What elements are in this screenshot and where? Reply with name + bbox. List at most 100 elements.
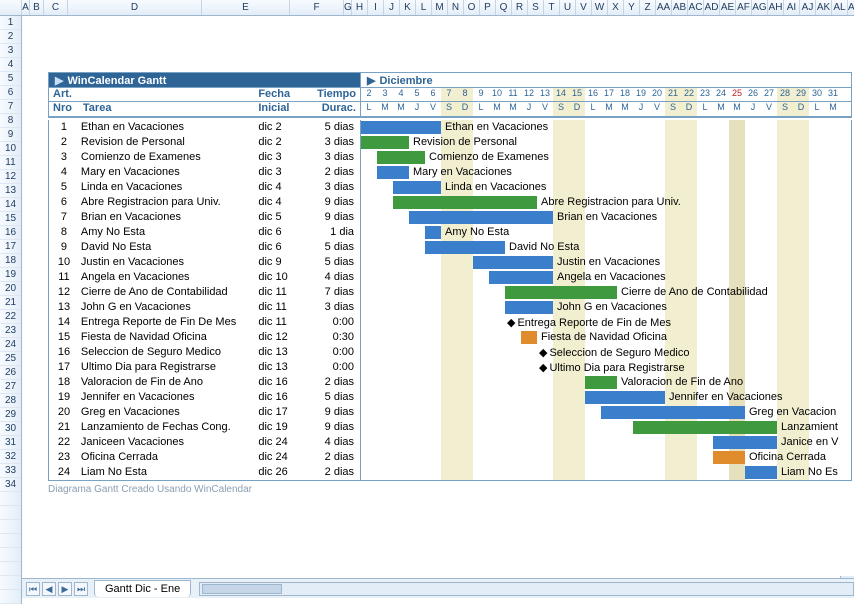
col-header[interactable]: AE [720,0,736,15]
gantt-bar[interactable]: Cierre de Ano de Contabilidad [505,286,617,299]
task-row[interactable]: 6Abre Registracion para Univ.dic 49 dias… [49,195,851,210]
row-header[interactable]: 27 [0,380,21,394]
gantt-bar[interactable]: Fiesta de Navidad Oficina [521,331,537,344]
tab-nav-next[interactable]: ▶ [58,582,72,596]
row-header[interactable]: 30 [0,422,21,436]
col-header[interactable]: AF [736,0,752,15]
row-header[interactable]: 31 [0,436,21,450]
col-header[interactable]: Y [624,0,640,15]
row-header[interactable]: 29 [0,408,21,422]
gantt-bar[interactable]: David No Esta [425,241,505,254]
row-header[interactable]: 28 [0,394,21,408]
col-header[interactable]: D [68,0,202,15]
row-header[interactable]: 26 [0,366,21,380]
task-row[interactable]: 13John G en Vacacionesdic 113 diasJohn G… [49,300,851,315]
row-header[interactable]: 12 [0,170,21,184]
task-row[interactable]: 7Brian en Vacacionesdic 59 diasBrian en … [49,210,851,225]
row-header[interactable]: 3 [0,44,21,58]
row-header[interactable]: 9 [0,128,21,142]
col-header[interactable]: AL [832,0,848,15]
task-row[interactable]: 10Justin en Vacacionesdic 95 diasJustin … [49,255,851,270]
col-header[interactable]: Z [640,0,656,15]
gantt-bar[interactable]: Liam No Es [745,466,777,479]
col-header[interactable]: J [384,0,400,15]
col-header[interactable]: AM [848,0,854,15]
col-header[interactable]: AJ [800,0,816,15]
row-header[interactable]: 25 [0,352,21,366]
task-row[interactable]: 4Mary en Vacacionesdic 32 diasMary en Va… [49,165,851,180]
row-header[interactable]: 18 [0,254,21,268]
row-header[interactable]: 19 [0,268,21,282]
col-header[interactable]: P [480,0,496,15]
row-header[interactable]: 13 [0,184,21,198]
col-header[interactable]: R [512,0,528,15]
col-header[interactable]: G [344,0,352,15]
row-header[interactable]: 32 [0,450,21,464]
hscroll-thumb[interactable] [202,584,282,594]
col-header[interactable]: I [368,0,384,15]
col-header[interactable]: T [544,0,560,15]
col-header[interactable]: U [560,0,576,15]
gantt-bar[interactable]: Greg en Vacacion [601,406,745,419]
gantt-bar[interactable]: Brian en Vacaciones [409,211,553,224]
gantt-bar[interactable]: Angela en Vacaciones [489,271,553,284]
gantt-bar[interactable]: Abre Registracion para Univ. [393,196,537,209]
col-header[interactable]: N [448,0,464,15]
col-header[interactable]: AH [768,0,784,15]
task-row[interactable]: 5Linda en Vacacionesdic 43 diasLinda en … [49,180,851,195]
tab-nav-first[interactable]: ⏮ [26,582,40,596]
row-header[interactable]: 23 [0,324,21,338]
gantt-bar[interactable]: Entrega Reporte de Fin de Mes [505,317,671,328]
gantt-bar[interactable]: Ethan en Vacaciones [361,121,441,134]
col-header[interactable]: S [528,0,544,15]
task-row[interactable]: 17Ultimo Dia para Registrarsedic 130:00U… [49,360,851,375]
gantt-bar[interactable]: Janice en V [713,436,777,449]
row-header[interactable]: 24 [0,338,21,352]
gantt-bar[interactable]: Lanzamient [633,421,777,434]
col-header[interactable]: AC [688,0,704,15]
gantt-bar[interactable]: Amy No Esta [425,226,441,239]
sheet-tab[interactable]: Gantt Dic - Ene [94,580,191,597]
task-row[interactable]: 1Ethan en Vacacionesdic 25 diasEthan en … [49,120,851,135]
task-row[interactable]: 18Valoracion de Fin de Anodic 162 diasVa… [49,375,851,390]
task-row[interactable]: 3Comienzo de Examenesdic 33 diasComienzo… [49,150,851,165]
gantt-bar[interactable]: Ultimo Dia para Registrarse [537,362,685,373]
gantt-bar[interactable]: Valoracion de Fin de Ano [585,376,617,389]
row-header[interactable]: 10 [0,142,21,156]
col-header[interactable]: M [432,0,448,15]
row-header[interactable]: 11 [0,156,21,170]
task-row[interactable]: 12Cierre de Ano de Contabilidaddic 117 d… [49,285,851,300]
col-header[interactable]: V [576,0,592,15]
gantt-bar[interactable]: Mary en Vacaciones [377,166,409,179]
row-header[interactable]: 33 [0,464,21,478]
tab-nav-last[interactable]: ⏭ [74,582,88,596]
gantt-bar[interactable]: John G en Vacaciones [505,301,553,314]
row-header[interactable]: 15 [0,212,21,226]
col-header[interactable]: C [44,0,68,15]
task-row[interactable]: 21Lanzamiento de Fechas Cong.dic 199 dia… [49,420,851,435]
task-row[interactable]: 11Angela en Vacacionesdic 104 diasAngela… [49,270,851,285]
row-header[interactable]: 6 [0,86,21,100]
task-row[interactable]: 19Jennifer en Vacacionesdic 165 diasJenn… [49,390,851,405]
row-header[interactable]: 1 [0,16,21,30]
col-header[interactable] [0,0,22,15]
gantt-bar[interactable]: Revision de Personal [361,136,409,149]
row-header[interactable]: 20 [0,282,21,296]
col-header[interactable]: K [400,0,416,15]
gantt-bar[interactable]: Justin en Vacaciones [473,256,553,269]
row-header[interactable]: 5 [0,72,21,86]
row-header[interactable]: 2 [0,30,21,44]
col-header[interactable]: AI [784,0,800,15]
row-header[interactable]: 8 [0,114,21,128]
task-row[interactable]: 8Amy No Estadic 61 diaAmy No Esta [49,225,851,240]
task-row[interactable]: 16Seleccion de Seguro Medicodic 130:00Se… [49,345,851,360]
row-header[interactable]: 22 [0,310,21,324]
worksheet-grid[interactable]: ▶WinCalendar Gantt ▶Diciembre Art. Fecha… [22,16,854,576]
gantt-bar[interactable]: Seleccion de Seguro Medico [537,347,690,358]
row-header[interactable]: 17 [0,240,21,254]
horizontal-scrollbar[interactable] [199,582,854,596]
col-header[interactable]: AK [816,0,832,15]
task-row[interactable]: 2Revision de Personaldic 23 diasRevision… [49,135,851,150]
task-row[interactable]: 9David No Estadic 65 diasDavid No Esta [49,240,851,255]
task-row[interactable]: 23Oficina Cerradadic 242 diasOficina Cer… [49,450,851,465]
